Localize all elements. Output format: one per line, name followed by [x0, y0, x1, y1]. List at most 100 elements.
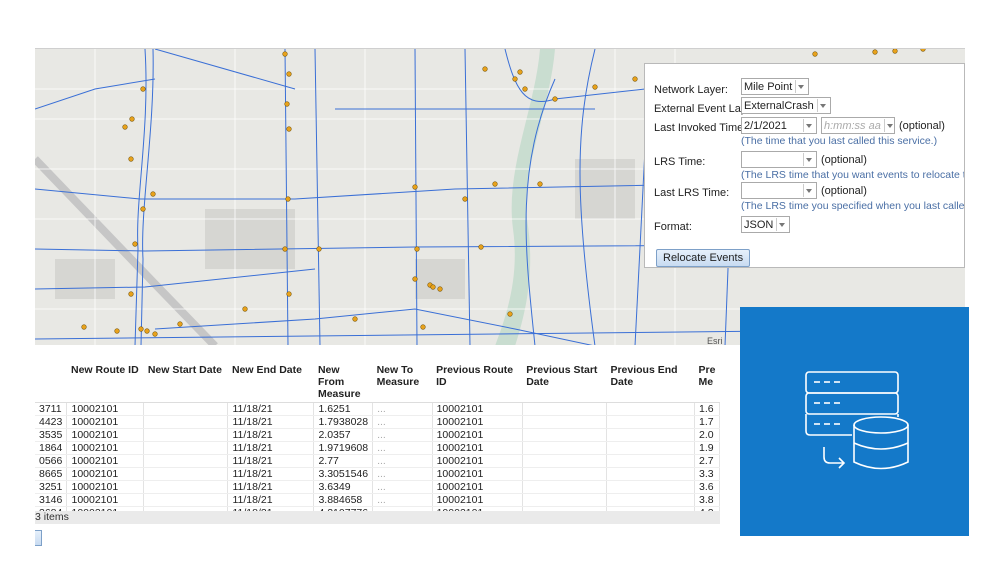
- table-row[interactable]: 1864 10002101 11/18/21 1.9719608... 10002101…: [35, 441, 720, 455]
- table-cell: [143, 467, 229, 481]
- server-database-icon: [805, 371, 909, 470]
- table-cell: [606, 480, 696, 494]
- table-cell: [606, 493, 696, 507]
- format-select[interactable]: JSON: [741, 216, 791, 233]
- table-cell: ...: [372, 493, 433, 507]
- table-cell: [143, 480, 229, 494]
- column-header[interactable]: Previous Route ID: [432, 362, 523, 403]
- chevron-down-icon: [883, 119, 894, 132]
- column-header[interactable]: Pre Me: [694, 362, 720, 403]
- table-row[interactable]: 0566 10002101 11/18/21 2.77... 10002101 2.7: [35, 454, 720, 468]
- table-cell: 2.0357: [313, 428, 374, 442]
- table-cell: 2.0: [694, 428, 720, 442]
- table-cell: [606, 415, 696, 429]
- table-cell: 11/18/21: [227, 467, 315, 481]
- column-header[interactable]: New From Measure: [313, 362, 373, 403]
- external-event-layer-select[interactable]: ExternalCrash: [741, 97, 831, 114]
- table-cell: 3251: [35, 480, 68, 494]
- table-cell: [522, 454, 607, 468]
- table-row[interactable]: 3251 10002101 11/18/21 3.6349... 10002101 3.6: [35, 480, 720, 494]
- table-cell: ...: [372, 441, 433, 455]
- table-cell: 0566: [35, 454, 68, 468]
- format-field: JSON: [741, 216, 791, 233]
- table-cell: [606, 402, 696, 416]
- table-cell: 3.3: [694, 467, 720, 481]
- last-invoked-time-input[interactable]: h:mm:ss aa: [821, 117, 895, 134]
- table-cell: 10002101: [432, 402, 523, 416]
- table-row[interactable]: 4423 10002101 11/18/21 1.7938028... 10002101…: [35, 415, 720, 429]
- chevron-down-icon: [795, 80, 806, 93]
- table-cell: 3.884658: [313, 493, 374, 507]
- table-cell: 11/18/21: [227, 493, 315, 507]
- lrs-time-hint: (The LRS time that you want events to re…: [741, 169, 965, 181]
- table-cell: 10002101: [66, 441, 145, 455]
- table-cell: 11/18/21: [227, 415, 315, 429]
- table-cell: [143, 415, 229, 429]
- partial-button[interactable]: [35, 530, 42, 546]
- table-cell: [522, 415, 607, 429]
- table-cell: ...: [372, 415, 433, 429]
- table-cell: [522, 493, 607, 507]
- table-cell: 11/18/21: [227, 441, 315, 455]
- land-blocks: [55, 159, 635, 299]
- last-invoked-time-field: 2/1/2021 h:mm:ss aa (optional): [741, 117, 945, 134]
- external-event-layer-field: ExternalCrash: [741, 97, 831, 114]
- table-cell: [606, 428, 696, 442]
- table-cell: 11/18/21: [227, 454, 315, 468]
- table-cell: [143, 441, 229, 455]
- table-cell: 10002101: [432, 480, 523, 494]
- table-cell: [606, 454, 696, 468]
- table-cell: 1.7: [694, 415, 720, 429]
- last-invoked-time-label: Last Invoked Time:: [654, 122, 747, 134]
- optional-label: (optional): [821, 184, 867, 197]
- table-cell: 3535: [35, 428, 68, 442]
- table-cell: 3146: [35, 493, 68, 507]
- network-layer-label: Network Layer:: [654, 84, 728, 96]
- last-lrs-time-input[interactable]: [741, 182, 817, 199]
- last-invoked-time-hint: (The time that you last called this serv…: [741, 135, 938, 147]
- column-header[interactable]: New End Date: [227, 362, 314, 403]
- table-cell: 11/18/21: [227, 428, 315, 442]
- table-cell: 1.7938028: [313, 415, 374, 429]
- table-row[interactable]: 3146 10002101 11/18/21 3.884658... 10002101 3…: [35, 493, 720, 507]
- table-row[interactable]: 8665 10002101 11/18/21 3.3051546... 10002101…: [35, 467, 720, 481]
- table-cell: 10002101: [66, 467, 145, 481]
- table-cell: [522, 402, 607, 416]
- table-cell: 10002101: [432, 428, 523, 442]
- last-invoked-date-input[interactable]: 2/1/2021: [741, 117, 817, 134]
- last-lrs-time-hint: (The LRS time you specified when you las…: [741, 200, 965, 212]
- table-cell: [143, 402, 229, 416]
- lrs-time-field: (optional): [741, 151, 867, 168]
- column-header[interactable]: New Start Date: [143, 362, 228, 403]
- lrs-time-input[interactable]: [741, 151, 817, 168]
- table-row[interactable]: 3535 10002101 11/18/21 2.0357... 10002101 2.0: [35, 428, 720, 442]
- optional-label: (optional): [899, 119, 945, 132]
- table-cell: 3.3051546: [313, 467, 374, 481]
- table-cell: [143, 493, 229, 507]
- highway-band: [35, 156, 218, 345]
- column-header[interactable]: Previous End Date: [606, 362, 695, 403]
- table-body: 3711 10002101 11/18/21 1.6251... 10002101 1.6…: [35, 402, 720, 520]
- column-header[interactable]: [35, 362, 67, 403]
- network-layer-select[interactable]: Mile Point: [741, 78, 810, 95]
- column-header[interactable]: New To Measure: [372, 362, 433, 403]
- table-cell: 2.77: [313, 454, 374, 468]
- table-cell: [522, 467, 607, 481]
- chevron-down-icon: [776, 218, 787, 231]
- table-cell: 10002101: [432, 415, 523, 429]
- table-row[interactable]: 3711 10002101 11/18/21 1.6251... 10002101 1.6: [35, 402, 720, 416]
- table-cell: 3.8: [694, 493, 720, 507]
- grid-footer: 3 items: [35, 511, 720, 524]
- table-cell: 8665: [35, 467, 68, 481]
- relocate-events-button[interactable]: Relocate Events: [656, 249, 751, 267]
- column-header[interactable]: New Route ID: [66, 362, 144, 403]
- table-cell: ...: [372, 428, 433, 442]
- table-cell: ...: [372, 480, 433, 494]
- table-cell: [143, 428, 229, 442]
- results-grid: New Route ID New Start Date New End Date Ne…: [35, 362, 720, 524]
- table-cell: [522, 480, 607, 494]
- lrs-time-label: LRS Time:: [654, 156, 706, 168]
- table-cell: 10002101: [66, 402, 145, 416]
- column-header[interactable]: Previous Start Date: [522, 362, 607, 403]
- table-cell: 10002101: [432, 467, 523, 481]
